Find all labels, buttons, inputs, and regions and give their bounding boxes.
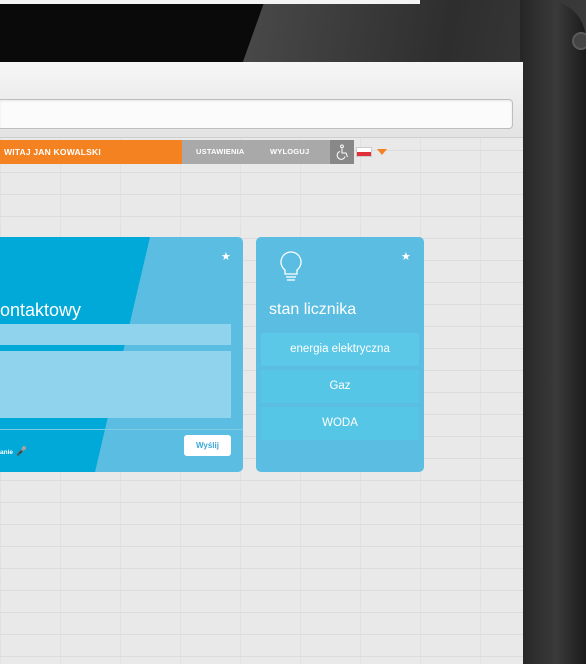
lightbulb-icon [280,251,302,281]
message-textarea[interactable] [0,351,231,418]
star-icon[interactable]: ★ [401,252,411,263]
meter-option-gas[interactable]: Gaz [261,370,419,403]
meter-option-water[interactable]: WODA [261,407,419,440]
settings-link[interactable]: USTAWIENIA [196,140,245,164]
chevron-down-icon[interactable] [377,149,387,155]
meter-card-title: stan licznika [269,301,357,318]
wheelchair-icon [336,144,348,160]
device-edge-highlight [0,0,420,4]
dictation-control[interactable]: anie 🎤 [0,446,27,457]
welcome-text: WITAJ JAN KOWALSKI [0,140,182,164]
meter-card: ★ stan licznika energia elektryczna Gaz … [256,237,424,472]
subject-input[interactable] [0,324,231,345]
camera-icon [572,32,586,50]
top-navigation: WITAJ JAN KOWALSKI USTAWIENIA WYLOGUJ [0,140,523,164]
contact-card-title: ontaktowy [0,300,82,320]
logout-link[interactable]: WYLOGUJ [270,140,309,164]
device-bezel-side [520,0,586,664]
microphone-icon: 🎤 [16,446,28,456]
address-bar[interactable] [0,99,513,129]
star-icon[interactable]: ★ [221,252,231,263]
contact-divider [0,429,243,430]
browser-toolbar [0,62,523,138]
poland-flag-icon[interactable] [356,147,372,157]
nav-links-bar: USTAWIENIA WYLOGUJ [182,140,330,164]
dictation-label: anie [0,449,14,456]
meter-option-electricity[interactable]: energia elektryczna [261,333,419,366]
contact-card: ★ ontaktowy anie 🎤 Wyślij [0,237,243,472]
send-button[interactable]: Wyślij [184,435,231,456]
screen: WITAJ JAN KOWALSKI USTAWIENIA WYLOGUJ ★ … [0,62,523,664]
accessibility-button[interactable] [330,140,354,164]
